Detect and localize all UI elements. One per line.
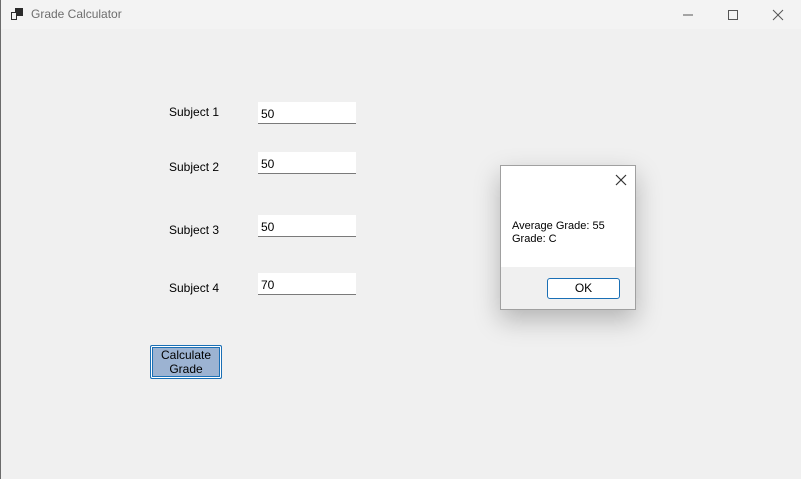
window-title: Grade Calculator bbox=[31, 7, 122, 21]
ok-button[interactable]: OK bbox=[547, 278, 620, 299]
dialog-message: Average Grade: 55 Grade: C bbox=[512, 220, 605, 246]
close-button[interactable] bbox=[755, 0, 801, 29]
app-icon bbox=[11, 8, 23, 20]
maximize-icon bbox=[728, 9, 738, 20]
app-window: Grade Calculator Subject 1 Subject 2 Sub… bbox=[0, 0, 801, 479]
average-grade-text: Average Grade: 55 bbox=[512, 220, 605, 232]
title-bar[interactable]: Grade Calculator bbox=[1, 0, 801, 29]
dialog-close-icon[interactable] bbox=[613, 172, 629, 188]
subject-2-input[interactable] bbox=[258, 152, 356, 174]
subject-4-label: Subject 4 bbox=[169, 281, 220, 295]
minimize-icon bbox=[683, 14, 693, 15]
minimize-button[interactable] bbox=[665, 0, 711, 29]
calculate-label-line1: Calculate bbox=[160, 348, 212, 362]
close-icon bbox=[772, 9, 784, 20]
calculate-label-line2: Grade bbox=[169, 362, 203, 376]
subject-3-label: Subject 3 bbox=[169, 223, 220, 237]
maximize-button[interactable] bbox=[710, 0, 756, 29]
subject-4-input[interactable] bbox=[258, 273, 356, 295]
subject-1-label: Subject 1 bbox=[169, 105, 220, 119]
subject-2-label: Subject 2 bbox=[169, 160, 220, 174]
calculate-grade-button[interactable]: Calculate Grade bbox=[150, 345, 222, 379]
letter-grade-text: Grade: C bbox=[512, 233, 557, 245]
subject-1-input[interactable] bbox=[258, 102, 356, 124]
subject-3-input[interactable] bbox=[258, 215, 356, 237]
